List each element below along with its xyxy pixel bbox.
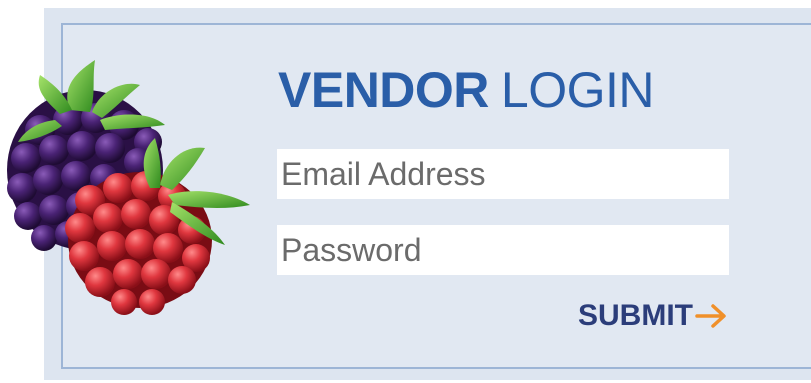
arrow-right-icon [695,304,726,328]
email-field[interactable] [277,149,729,199]
title-vendor: VENDOR [278,62,489,118]
submit-button[interactable]: SUBMIT [578,296,729,336]
password-field[interactable] [277,225,729,275]
berries-illustration [7,60,250,315]
submit-label: SUBMIT [578,299,693,332]
title-login: LOGIN [500,62,655,118]
page-title: VENDOR LOGIN [278,62,655,118]
